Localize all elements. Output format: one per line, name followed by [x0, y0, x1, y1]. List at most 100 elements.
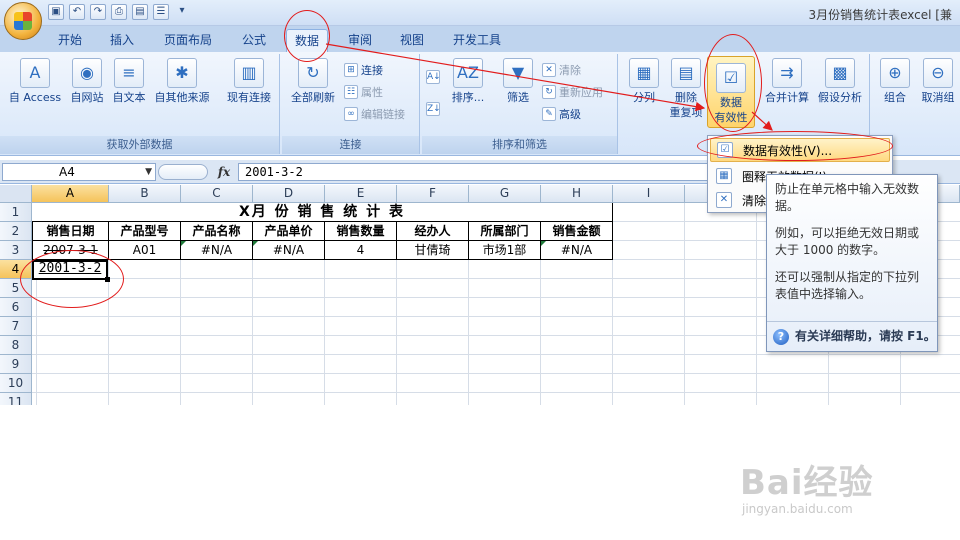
row-header-4[interactable]: 4 — [0, 260, 32, 279]
office-button[interactable] — [4, 2, 42, 40]
sheet-title-cell[interactable]: X月 份 销 售 统 计 表 — [32, 203, 613, 222]
sort-za-button[interactable]: Z↓ — [426, 102, 441, 116]
filter-button[interactable]: ▼ 筛选 — [498, 58, 538, 105]
redo-icon[interactable]: ↷ — [90, 4, 106, 20]
header-cell-d2[interactable]: 产品单价 — [253, 222, 325, 241]
name-box[interactable]: A4 ▼ — [2, 163, 156, 181]
tab-view[interactable]: 视图 — [394, 29, 430, 52]
edit-links-button[interactable]: ∞ 编辑链接 — [344, 106, 405, 122]
data-cell-a3[interactable]: 2007-3-1 — [32, 241, 109, 260]
data-cell-c3[interactable]: #N/A — [181, 241, 253, 260]
row-header-6[interactable]: 6 — [0, 298, 32, 317]
ribbon-tabs: 开始 插入 页面布局 公式 数据 审阅 视图 开发工具 — [0, 26, 960, 52]
row-header-1[interactable]: 1 — [0, 203, 32, 222]
what-if-analysis-button[interactable]: ▩ 假设分析 — [812, 58, 868, 105]
error-indicator-icon — [253, 241, 258, 246]
sort-button[interactable]: AZ 排序... — [448, 58, 488, 105]
column-header-e[interactable]: E — [325, 185, 397, 203]
data-cell-e3[interactable]: 4 — [325, 241, 397, 260]
undo-icon[interactable]: ↶ — [69, 4, 85, 20]
group-button[interactable]: ⊕ 组合 — [876, 58, 914, 105]
tooltip-text-1: 防止在单元格中输入无效数据。 — [775, 182, 920, 213]
header-cell-f2[interactable]: 经办人 — [397, 222, 469, 241]
consolidate-button[interactable]: ⇉ 合并计算 — [762, 58, 812, 105]
data-validation-button[interactable]: ☑ 数据 有效性 — [707, 56, 755, 128]
ungroup-icon: ⊖ — [923, 58, 953, 88]
save-icon[interactable]: ▣ — [48, 4, 64, 20]
reapply-button[interactable]: ↻ 重新应用 — [542, 84, 603, 100]
name-box-dropdown-icon[interactable]: ▼ — [145, 164, 152, 180]
data-cell-d3[interactable]: #N/A — [253, 241, 325, 260]
tab-developer[interactable]: 开发工具 — [446, 29, 508, 52]
sort-az-icon: A↓ — [426, 70, 441, 84]
data-cell-f3[interactable]: 甘倩琦 — [397, 241, 469, 260]
tab-insert[interactable]: 插入 — [104, 29, 140, 52]
print-preview-icon[interactable]: ⎙ — [111, 4, 127, 20]
column-header-g[interactable]: G — [469, 185, 541, 203]
tab-formulas[interactable]: 公式 — [236, 29, 272, 52]
column-header-b[interactable]: B — [109, 185, 181, 203]
advanced-filter-button[interactable]: ✎ 高级 — [542, 106, 581, 122]
column-header-i[interactable]: I — [613, 185, 685, 203]
column-header-f[interactable]: F — [397, 185, 469, 203]
select-all-corner[interactable] — [0, 185, 32, 203]
formula-input[interactable]: 2001-3-2 — [238, 163, 708, 181]
office-logo-icon — [14, 12, 32, 30]
menu-item-data-validation[interactable]: ☑ 数据有效性(V)... — [710, 138, 890, 162]
filter-funnel-icon: ▼ — [503, 58, 533, 88]
from-web-button[interactable]: ◉ 自网站 — [66, 58, 108, 105]
existing-connections-button[interactable]: ▥ 现有连接 — [220, 58, 278, 105]
remove-duplicates-button[interactable]: ▤ 删除 重复项 — [666, 58, 706, 120]
row-header-7[interactable]: 7 — [0, 317, 32, 336]
group-label-connections: 连接 — [282, 136, 419, 154]
column-header-d[interactable]: D — [253, 185, 325, 203]
tab-home[interactable]: 开始 — [52, 29, 88, 52]
insert-function-icon[interactable]: fx — [212, 163, 236, 181]
tab-review[interactable]: 审阅 — [342, 29, 378, 52]
title-bar: ▣ ↶ ↷ ⎙ ▤ ☰ ▾ 3月份销售统计表excel [兼 — [0, 0, 960, 26]
ungroup-button[interactable]: ⊖ 取消组 — [916, 58, 960, 105]
header-cell-e2[interactable]: 销售数量 — [325, 222, 397, 241]
data-cell-b3[interactable]: A01 — [109, 241, 181, 260]
row-header-5[interactable]: 5 — [0, 279, 32, 298]
access-icon: A — [20, 58, 50, 88]
row-header-2[interactable]: 2 — [0, 222, 32, 241]
clear-filter-button[interactable]: ✕ 清除 — [542, 62, 581, 78]
formula-bar-splitter[interactable] — [158, 164, 208, 180]
refresh-all-button[interactable]: ↻ 全部刷新 — [286, 58, 340, 105]
column-header-c[interactable]: C — [181, 185, 253, 203]
header-cell-a2[interactable]: 销售日期 — [32, 222, 109, 241]
from-other-sources-button[interactable]: ✱ 自其他来源 — [150, 58, 214, 105]
group-icon: ⊕ — [880, 58, 910, 88]
qat-dropdown-icon[interactable]: ▾ — [174, 4, 190, 20]
tab-data[interactable]: 数据 — [286, 29, 328, 52]
form-icon[interactable]: ☰ — [153, 4, 169, 20]
header-cell-c2[interactable]: 产品名称 — [181, 222, 253, 241]
window-title: 3月份销售统计表excel [兼 — [808, 8, 952, 22]
row-header-3[interactable]: 3 — [0, 241, 32, 260]
data-validation-menu-icon: ☑ — [717, 142, 733, 158]
properties-button[interactable]: ☷ 属性 — [344, 84, 383, 100]
row-header-8[interactable]: 8 — [0, 336, 32, 355]
baidu-watermark-url: jingyan.baidu.com — [742, 502, 853, 516]
sort-az-button[interactable]: A↓ — [426, 70, 441, 84]
header-cell-h2[interactable]: 销售金额 — [541, 222, 613, 241]
header-cell-g2[interactable]: 所属部门 — [469, 222, 541, 241]
header-cell-b2[interactable]: 产品型号 — [109, 222, 181, 241]
from-text-button[interactable]: ≡ 自文本 — [108, 58, 150, 105]
from-access-button[interactable]: A自 Access — [4, 58, 66, 105]
data-cell-h3[interactable]: #N/A — [541, 241, 613, 260]
web-icon: ◉ — [72, 58, 102, 88]
tab-page-layout[interactable]: 页面布局 — [158, 29, 218, 52]
connections-button[interactable]: ⊞ 连接 — [344, 62, 383, 78]
column-header-h[interactable]: H — [541, 185, 613, 203]
row-header-9[interactable]: 9 — [0, 355, 32, 374]
clear-circles-icon: ✕ — [716, 192, 732, 208]
edit-links-icon: ∞ — [344, 107, 358, 121]
row-header-11[interactable]: 11 — [0, 393, 32, 405]
column-header-a[interactable]: A — [32, 185, 109, 203]
picture-icon[interactable]: ▤ — [132, 4, 148, 20]
data-cell-g3[interactable]: 市场1部 — [469, 241, 541, 260]
text-to-columns-button[interactable]: ▦ 分列 — [624, 58, 664, 105]
row-header-10[interactable]: 10 — [0, 374, 32, 393]
